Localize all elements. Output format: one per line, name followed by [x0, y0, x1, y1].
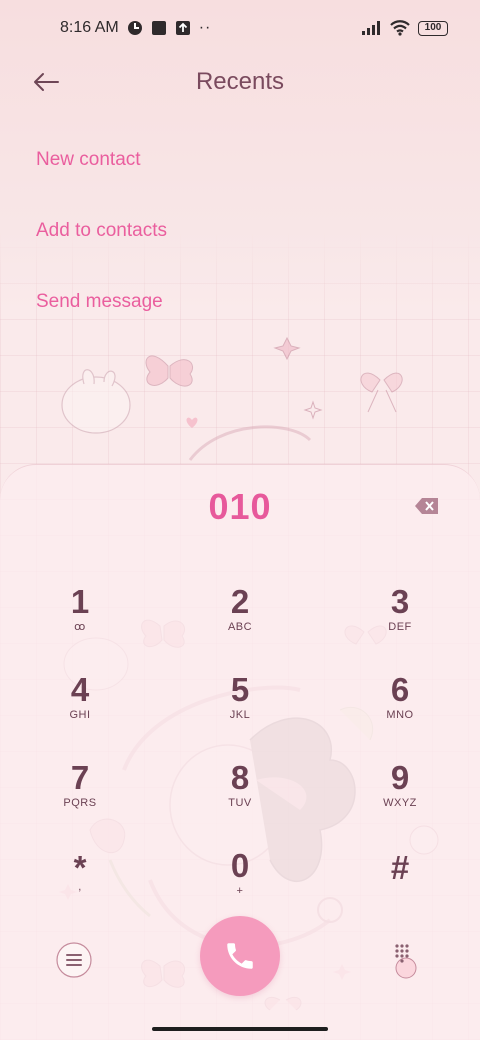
upload-icon: [175, 21, 190, 35]
dialed-number: 010: [208, 486, 272, 527]
key-1[interactable]: 1 ꝏ: [25, 584, 135, 656]
key-letters: GHI: [69, 709, 91, 721]
signal-icon: [362, 21, 380, 35]
battery-indicator: 100: [418, 20, 448, 36]
key-digit: 3: [390, 583, 410, 620]
square-icon: [151, 21, 166, 35]
home-indicator[interactable]: [152, 1027, 328, 1031]
status-left: 8:16 AM ··: [60, 19, 211, 37]
key-7[interactable]: 7 PQRS: [25, 760, 135, 832]
menu-icon: [56, 942, 92, 978]
key-digit: 7: [70, 759, 90, 796]
status-right: 100: [362, 20, 448, 36]
backspace-icon: [415, 498, 438, 514]
key-letters: JKL: [229, 709, 251, 721]
key-3[interactable]: 3 DEF: [345, 584, 455, 656]
key-9[interactable]: 9 WXYZ: [345, 760, 455, 832]
key-letters: MNO: [386, 709, 414, 721]
key-digit: 1: [70, 583, 90, 620]
call-button[interactable]: [200, 916, 280, 996]
new-contact-option[interactable]: New contact: [36, 147, 141, 173]
key-0[interactable]: 0 +: [185, 848, 295, 920]
key-digit: 8: [230, 759, 250, 796]
key-2[interactable]: 2 ABC: [185, 584, 295, 656]
key-8[interactable]: 8 TUV: [185, 760, 295, 832]
send-message-option[interactable]: Send message: [36, 289, 163, 315]
dialpad-toggle-button[interactable]: [386, 940, 426, 980]
status-bar: 8:16 AM ·· 100: [0, 0, 480, 56]
key-letters: ,: [78, 881, 82, 893]
key-hash[interactable]: #: [345, 850, 455, 922]
voicemail-icon: ꝏ: [74, 621, 86, 633]
key-letters: +: [236, 885, 244, 897]
key-star[interactable]: * ,: [25, 850, 135, 922]
key-digit: 2: [230, 583, 250, 620]
key-letters: TUV: [228, 797, 252, 809]
key-letters: WXYZ: [383, 797, 417, 809]
key-4[interactable]: 4 GHI: [25, 672, 135, 744]
add-to-contacts-option[interactable]: Add to contacts: [36, 218, 167, 244]
key-letters: PQRS: [63, 797, 97, 809]
key-digit: 5: [230, 671, 250, 708]
wifi-icon: [390, 20, 410, 36]
page-title: Recents: [195, 68, 285, 95]
key-digit: 0: [230, 847, 250, 884]
key-6[interactable]: 6 MNO: [345, 672, 455, 744]
key-letters: ABC: [227, 621, 253, 633]
key-digit: 9: [390, 759, 410, 796]
more-dots-icon: ··: [198, 19, 212, 36]
phone-icon: [227, 943, 253, 969]
status-time: 8:16 AM: [60, 19, 119, 36]
key-digit: 4: [70, 671, 90, 708]
key-digit: #: [390, 849, 410, 886]
key-5[interactable]: 5 JKL: [185, 672, 295, 744]
backspace-button[interactable]: [414, 496, 440, 516]
dialpad-icon: [395, 944, 417, 979]
app-icon-a: [127, 21, 142, 35]
menu-button[interactable]: [54, 940, 94, 980]
key-letters: DEF: [388, 621, 412, 633]
key-digit: 6: [390, 671, 410, 708]
